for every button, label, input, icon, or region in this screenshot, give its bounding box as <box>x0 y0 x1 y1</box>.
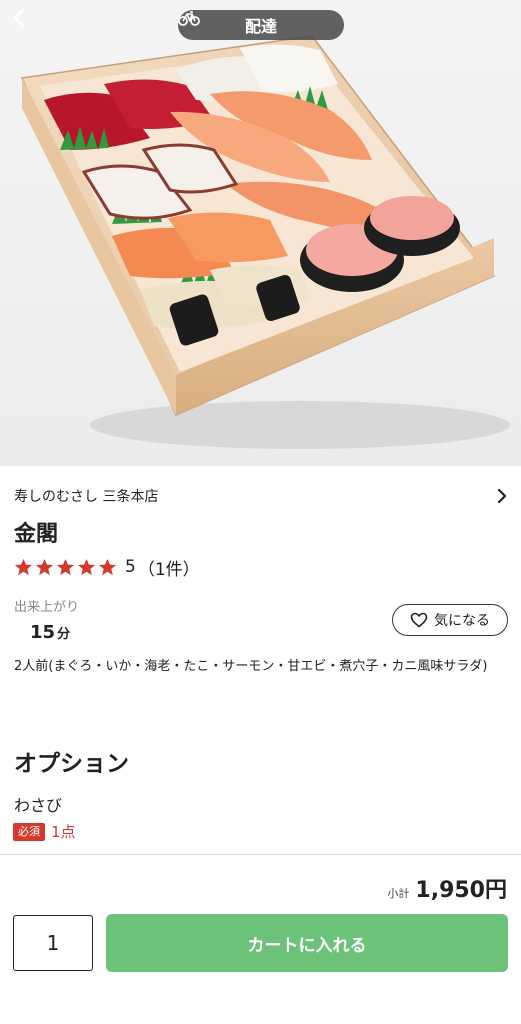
option-wasabi[interactable]: わさび <box>14 792 62 816</box>
subtotal-value: 1,950円 <box>415 878 507 903</box>
divider <box>0 854 521 855</box>
required-badge: 必須 <box>13 822 45 841</box>
rating-value: 5 <box>125 557 136 577</box>
subtotal-label: 小計 <box>387 887 410 900</box>
shop-link[interactable]: 寿しのむさし 三条本店 <box>14 484 508 508</box>
star-icon <box>77 558 96 575</box>
heart-outline-icon <box>410 612 428 628</box>
ready-time-value: 15 <box>30 622 56 643</box>
options-heading: オプション <box>14 751 129 777</box>
favorite-label: 気になる <box>434 613 490 629</box>
shop-name: 寿しのむさし 三条本店 <box>14 489 159 505</box>
option-requirement: 必須 1点 <box>13 821 76 842</box>
ready-time: 15 分 <box>30 622 70 643</box>
star-icon <box>14 558 33 575</box>
ready-time-unit: 分 <box>57 627 71 642</box>
chevron-left-icon <box>13 8 25 28</box>
back-button[interactable] <box>10 8 46 44</box>
sushi-box-image <box>20 35 510 449</box>
product-title: 金閣 <box>14 522 59 547</box>
add-to-cart-button[interactable]: カートに入れる <box>106 914 508 972</box>
favorite-button[interactable]: 気になる <box>392 604 508 636</box>
subtotal: 小計 1,950円 <box>387 872 507 904</box>
chevron-right-icon <box>497 489 507 503</box>
required-count: 1点 <box>51 823 76 841</box>
quantity-selector[interactable]: 1 <box>13 915 93 971</box>
ready-time-label: 出来上がり <box>14 600 80 615</box>
delivery-mode-label: 配達 <box>244 17 277 36</box>
rating: 5 （1件） <box>14 556 200 580</box>
product-image: 配達 <box>0 0 521 466</box>
star-icon <box>56 558 75 575</box>
delivery-mode-badge[interactable]: 配達 <box>178 10 344 40</box>
rating-count: （1件） <box>137 559 200 580</box>
star-icon <box>35 558 54 575</box>
bicycle-icon <box>178 11 200 26</box>
star-icon <box>98 558 117 575</box>
product-description: 2人前(まぐろ・いか・海老・たこ・サーモン・甘エビ・煮穴子・カニ風味サラダ) <box>14 659 488 674</box>
